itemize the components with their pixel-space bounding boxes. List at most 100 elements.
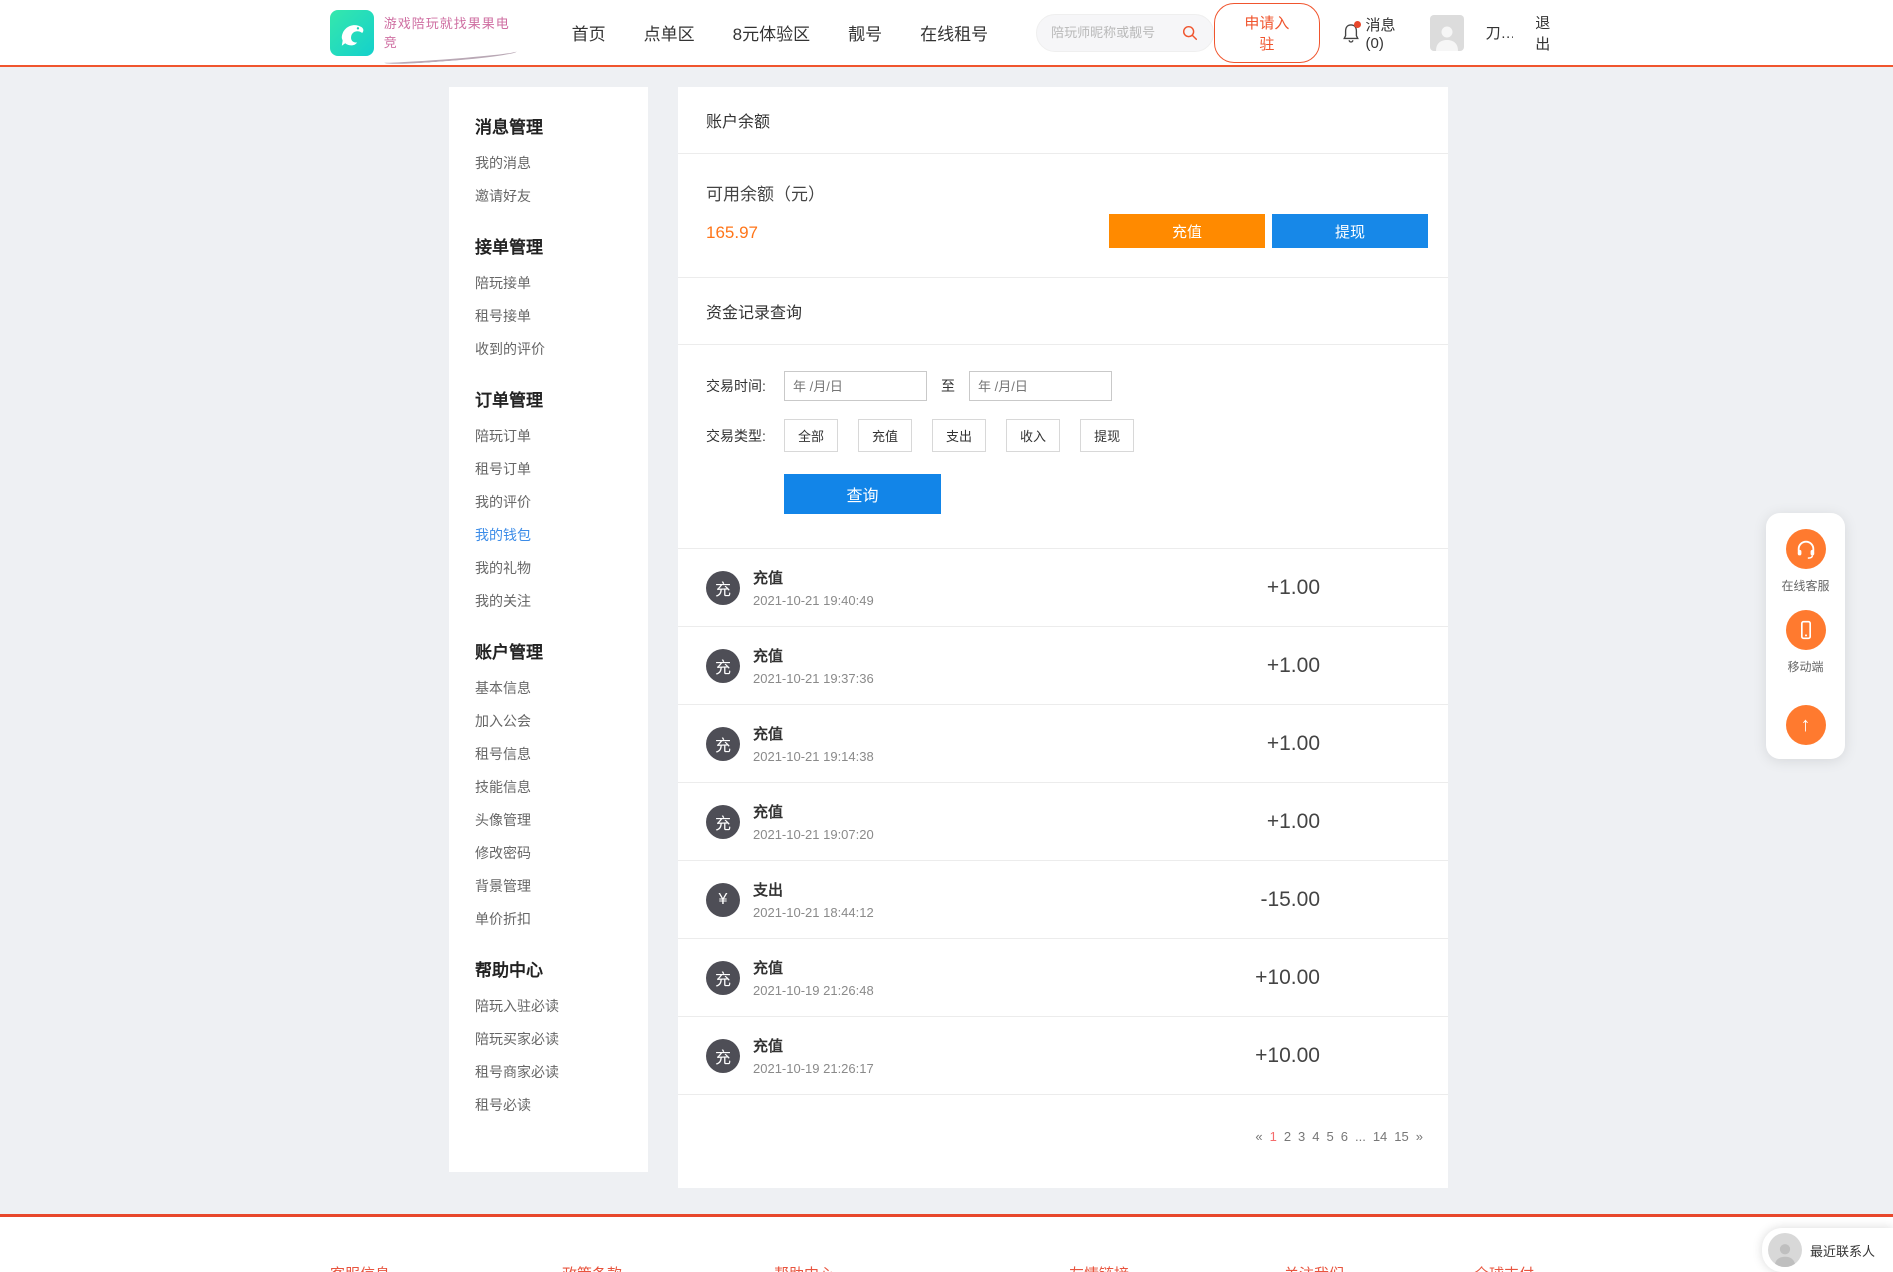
transaction-row: ¥ 支出 2021-10-21 18:44:12 -15.00 [678, 861, 1448, 939]
sidebar-item-rent-guide[interactable]: 租号必读 [475, 1098, 648, 1112]
arrow-up-icon: ↑ [1800, 713, 1811, 736]
sidebar-section-orders: 订单管理 陪玩订单 租号订单 我的评价 我的钱包 我的礼物 我的关注 [475, 386, 648, 608]
transaction-time: 2021-10-21 19:14:38 [753, 749, 874, 764]
sidebar-item-basic-info[interactable]: 基本信息 [475, 681, 648, 695]
sidebar-item-background-management[interactable]: 背景管理 [475, 879, 648, 893]
recharge-type-icon: 充 [706, 648, 740, 683]
sidebar-item-my-gifts[interactable]: 我的礼物 [475, 561, 648, 575]
sidebar: 消息管理 我的消息 邀请好友 接单管理 陪玩接单 租号接单 收到的评价 订单管理… [449, 87, 648, 1172]
pagination-page-1[interactable]: 1 [1269, 1129, 1278, 1144]
footer-col-service-info: 客服信息 电话QQ：400458 [330, 1263, 562, 1272]
type-filter-withdraw[interactable]: 提现 [1080, 419, 1135, 452]
sidebar-section-title: 帮助中心 [475, 961, 543, 980]
transaction-type: 充值 [753, 1038, 784, 1055]
footer-col-title: 全球支付 [1474, 1263, 1674, 1272]
recharge-button[interactable]: 充值 [1109, 214, 1265, 248]
logout-button[interactable]: 退出 [1535, 12, 1563, 54]
sidebar-item-rent-info[interactable]: 租号信息 [475, 747, 648, 761]
mobile-app-button[interactable] [1785, 610, 1826, 650]
nav-item-nice-number[interactable]: 靓号 [848, 20, 882, 45]
sidebar-item-join-guild[interactable]: 加入公会 [475, 714, 648, 728]
sidebar-item-rent-merchant-guide[interactable]: 租号商家必读 [475, 1065, 648, 1079]
balance-section-title: 账户余额 [678, 87, 1448, 154]
pagination-page-5[interactable]: 5 [1326, 1129, 1335, 1144]
nav-item-order-zone[interactable]: 点单区 [644, 20, 695, 45]
topbar-right-cluster: 申请入驻 消息(0) 刀… 退出 [1214, 2, 1563, 63]
messages-label[interactable]: 消息(0) [1366, 14, 1409, 52]
sidebar-item-avatar-management[interactable]: 头像管理 [475, 813, 648, 827]
headset-icon [1797, 540, 1814, 559]
mobile-app-label: 移动端 [1787, 660, 1824, 674]
pagination-next[interactable]: » [1415, 1129, 1424, 1144]
nav-item-8yuan-trial[interactable]: 8元体验区 [733, 20, 810, 45]
transaction-time: 2021-10-21 19:37:36 [753, 671, 874, 686]
sidebar-item-rent-orders[interactable]: 租号接单 [475, 309, 648, 323]
sidebar-section-title: 账户管理 [475, 643, 543, 662]
sidebar-item-my-reviews[interactable]: 我的评价 [475, 495, 648, 509]
sidebar-item-skill-info[interactable]: 技能信息 [475, 780, 648, 794]
sidebar-section-help: 帮助中心 陪玩入驻必读 陪玩买家必读 租号商家必读 租号必读 [475, 956, 648, 1112]
sidebar-item-companion-orders[interactable]: 陪玩接单 [475, 276, 648, 290]
type-filter-expense[interactable]: 支出 [932, 419, 987, 452]
search-input[interactable] [1051, 25, 1182, 40]
transaction-amount: +1.00 [1266, 809, 1320, 833]
sidebar-item-my-wallet[interactable]: 我的钱包 [475, 528, 648, 542]
sidebar-item-my-follows[interactable]: 我的关注 [475, 594, 648, 608]
query-submit-button[interactable]: 查询 [784, 474, 941, 514]
transaction-type-label: 交易类型: [706, 427, 766, 444]
type-filter-income[interactable]: 收入 [1006, 419, 1061, 452]
date-to-input[interactable] [969, 371, 1112, 401]
recent-contacts-widget[interactable]: 最近联系人 [1761, 1228, 1893, 1272]
logo[interactable]: 游戏陪玩就找果果电竞 [330, 9, 517, 57]
top-navigation-bar: 游戏陪玩就找果果电竞 首页 点单区 8元体验区 靓号 在线租号 申请入驻 消息(… [0, 0, 1893, 67]
username-label[interactable]: 刀… [1486, 22, 1514, 43]
date-range-to-label: 至 [941, 378, 955, 394]
pagination-ellipsis: ... [1354, 1129, 1366, 1144]
nav-item-online-rent[interactable]: 在线租号 [920, 20, 988, 45]
search-box[interactable] [1036, 13, 1215, 52]
logo-slogan: 游戏陪玩就找果果电竞 [384, 13, 517, 61]
pagination-page-6[interactable]: 6 [1340, 1129, 1349, 1144]
recent-contacts-label[interactable]: 最近联系人 [1810, 1241, 1875, 1260]
pagination-page-4[interactable]: 4 [1311, 1129, 1320, 1144]
sidebar-item-price-discount[interactable]: 单价折扣 [475, 912, 648, 926]
withdraw-button[interactable]: 提现 [1272, 214, 1428, 248]
online-service-button[interactable] [1785, 529, 1826, 569]
user-avatar[interactable] [1430, 14, 1464, 51]
person-icon [1435, 26, 1458, 51]
apply-settle-button[interactable]: 申请入驻 [1214, 2, 1320, 63]
search-icon[interactable] [1181, 24, 1199, 42]
available-balance-label: 可用余额（元） [706, 185, 825, 204]
pagination-page-2[interactable]: 2 [1283, 1129, 1292, 1144]
transaction-amount: +1.00 [1266, 731, 1320, 755]
messages-entry[interactable]: 消息(0) [1342, 14, 1409, 52]
pagination-prev[interactable]: « [1254, 1129, 1263, 1144]
sidebar-item-my-messages[interactable]: 我的消息 [475, 156, 648, 170]
sidebar-item-received-reviews[interactable]: 收到的评价 [475, 342, 648, 356]
pagination-page-15[interactable]: 15 [1393, 1129, 1409, 1144]
pagination-page-14[interactable]: 14 [1372, 1129, 1388, 1144]
sidebar-item-invite-friends[interactable]: 邀请好友 [475, 189, 648, 203]
funds-query-filters: 交易时间: 至 交易类型: 全部 充值 支出 收入 提现 查询 [678, 345, 1448, 549]
footer-col-policy: 政策条款 关于我们 [562, 1263, 774, 1272]
type-filter-all[interactable]: 全部 [784, 419, 839, 452]
transaction-amount: +1.00 [1266, 653, 1320, 677]
online-service-label: 在线客服 [1781, 579, 1830, 593]
back-to-top-button[interactable]: ↑ [1785, 705, 1826, 745]
footer-col-title: 关注我们 [1284, 1263, 1474, 1272]
recharge-type-icon: 充 [706, 960, 740, 995]
footer-col-global-pay: 全球支付 支 支付宝 [1474, 1263, 1674, 1272]
sidebar-item-companion-settle-guide[interactable]: 陪玩入驻必读 [475, 999, 648, 1013]
footer: 客服信息 电话QQ：400458 政策条款 关于我们 帮助中心 新手帮助 友情链… [0, 1214, 1893, 1272]
date-from-input[interactable] [784, 371, 927, 401]
sidebar-item-companion-order-list[interactable]: 陪玩订单 [475, 429, 648, 443]
nav-item-home[interactable]: 首页 [572, 20, 606, 45]
sidebar-item-companion-buyer-guide[interactable]: 陪玩买家必读 [475, 1032, 648, 1046]
recharge-type-icon: 充 [706, 570, 740, 605]
transaction-row: 充 充值 2021-10-21 19:37:36 +1.00 [678, 627, 1448, 705]
sidebar-item-change-password[interactable]: 修改密码 [475, 846, 648, 860]
type-filter-recharge[interactable]: 充值 [858, 419, 913, 452]
pagination-page-3[interactable]: 3 [1297, 1129, 1306, 1144]
main-nav: 首页 点单区 8元体验区 靓号 在线租号 [572, 20, 988, 45]
sidebar-item-rent-order-list[interactable]: 租号订单 [475, 462, 648, 476]
